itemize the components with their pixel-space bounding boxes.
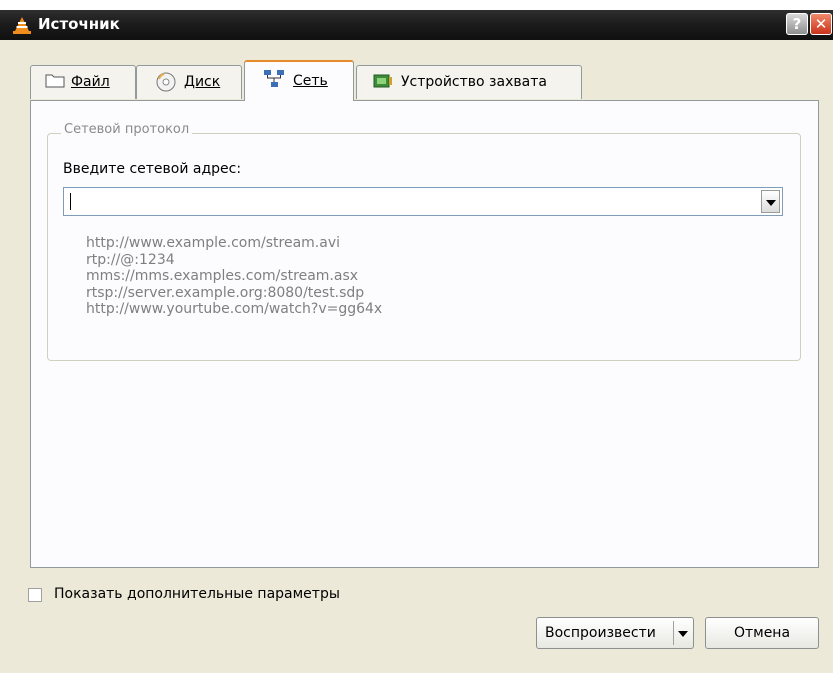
tab-network[interactable]: Сеть <box>244 60 354 101</box>
play-button[interactable]: Воспроизвести <box>536 617 694 649</box>
play-dropdown-arrow-icon[interactable] <box>678 631 688 637</box>
cancel-button-label: Отмена <box>733 625 791 641</box>
tab-disc-label: Диск <box>184 74 221 90</box>
example-url: mms://mms.examples.com/stream.asx <box>86 268 359 284</box>
tab-disc[interactable]: Диск <box>136 65 242 99</box>
example-url: rtsp://server.example.org:8080/test.sdp <box>86 284 365 301</box>
folder-icon <box>45 74 65 88</box>
network-icon <box>264 70 284 87</box>
address-label: Введите сетевой адрес: <box>63 161 242 177</box>
tab-network-label: Сеть <box>293 73 328 89</box>
cancel-button[interactable]: Отмена <box>705 617 819 649</box>
show-more-options-checkbox[interactable] <box>28 588 42 602</box>
play-button-label: Воспроизвести <box>545 625 656 641</box>
play-button-separator <box>673 621 674 645</box>
group-title: Сетевой протокол <box>61 122 193 137</box>
capture-device-icon <box>373 74 392 88</box>
tab-capture-device-label: Устройство захвата <box>401 74 547 90</box>
address-dropdown-button[interactable] <box>761 190 780 213</box>
example-urls: http://www.example.com/stream.avi rtp://… <box>86 235 382 318</box>
vlc-cone-icon <box>13 17 31 34</box>
help-button[interactable]: ? <box>786 13 808 35</box>
network-address-combobox[interactable] <box>63 187 783 216</box>
tab-capture-device[interactable]: Устройство захвата <box>356 65 582 99</box>
title-bar[interactable]: Источник ? ✕ <box>0 10 833 40</box>
example-url: rtp://@:1234 <box>86 251 175 268</box>
network-panel: Сетевой протокол Введите сетевой адрес: … <box>30 100 819 568</box>
window-title: Источник <box>38 15 120 33</box>
tab-file[interactable]: Файл <box>30 65 136 99</box>
chevron-down-icon <box>766 200 776 206</box>
show-more-options-label[interactable]: Показать дополнительные параметры <box>54 586 340 602</box>
close-button[interactable]: ✕ <box>810 13 832 35</box>
disc-icon <box>156 72 176 92</box>
example-url: http://www.yourtube.com/watch?v=gg64x <box>86 301 383 317</box>
question-mark-icon: ? <box>792 15 802 33</box>
text-caret <box>70 193 71 210</box>
tab-file-label: Файл <box>71 74 110 90</box>
close-icon: ✕ <box>814 15 828 33</box>
example-url: http://www.example.com/stream.avi <box>86 235 340 251</box>
